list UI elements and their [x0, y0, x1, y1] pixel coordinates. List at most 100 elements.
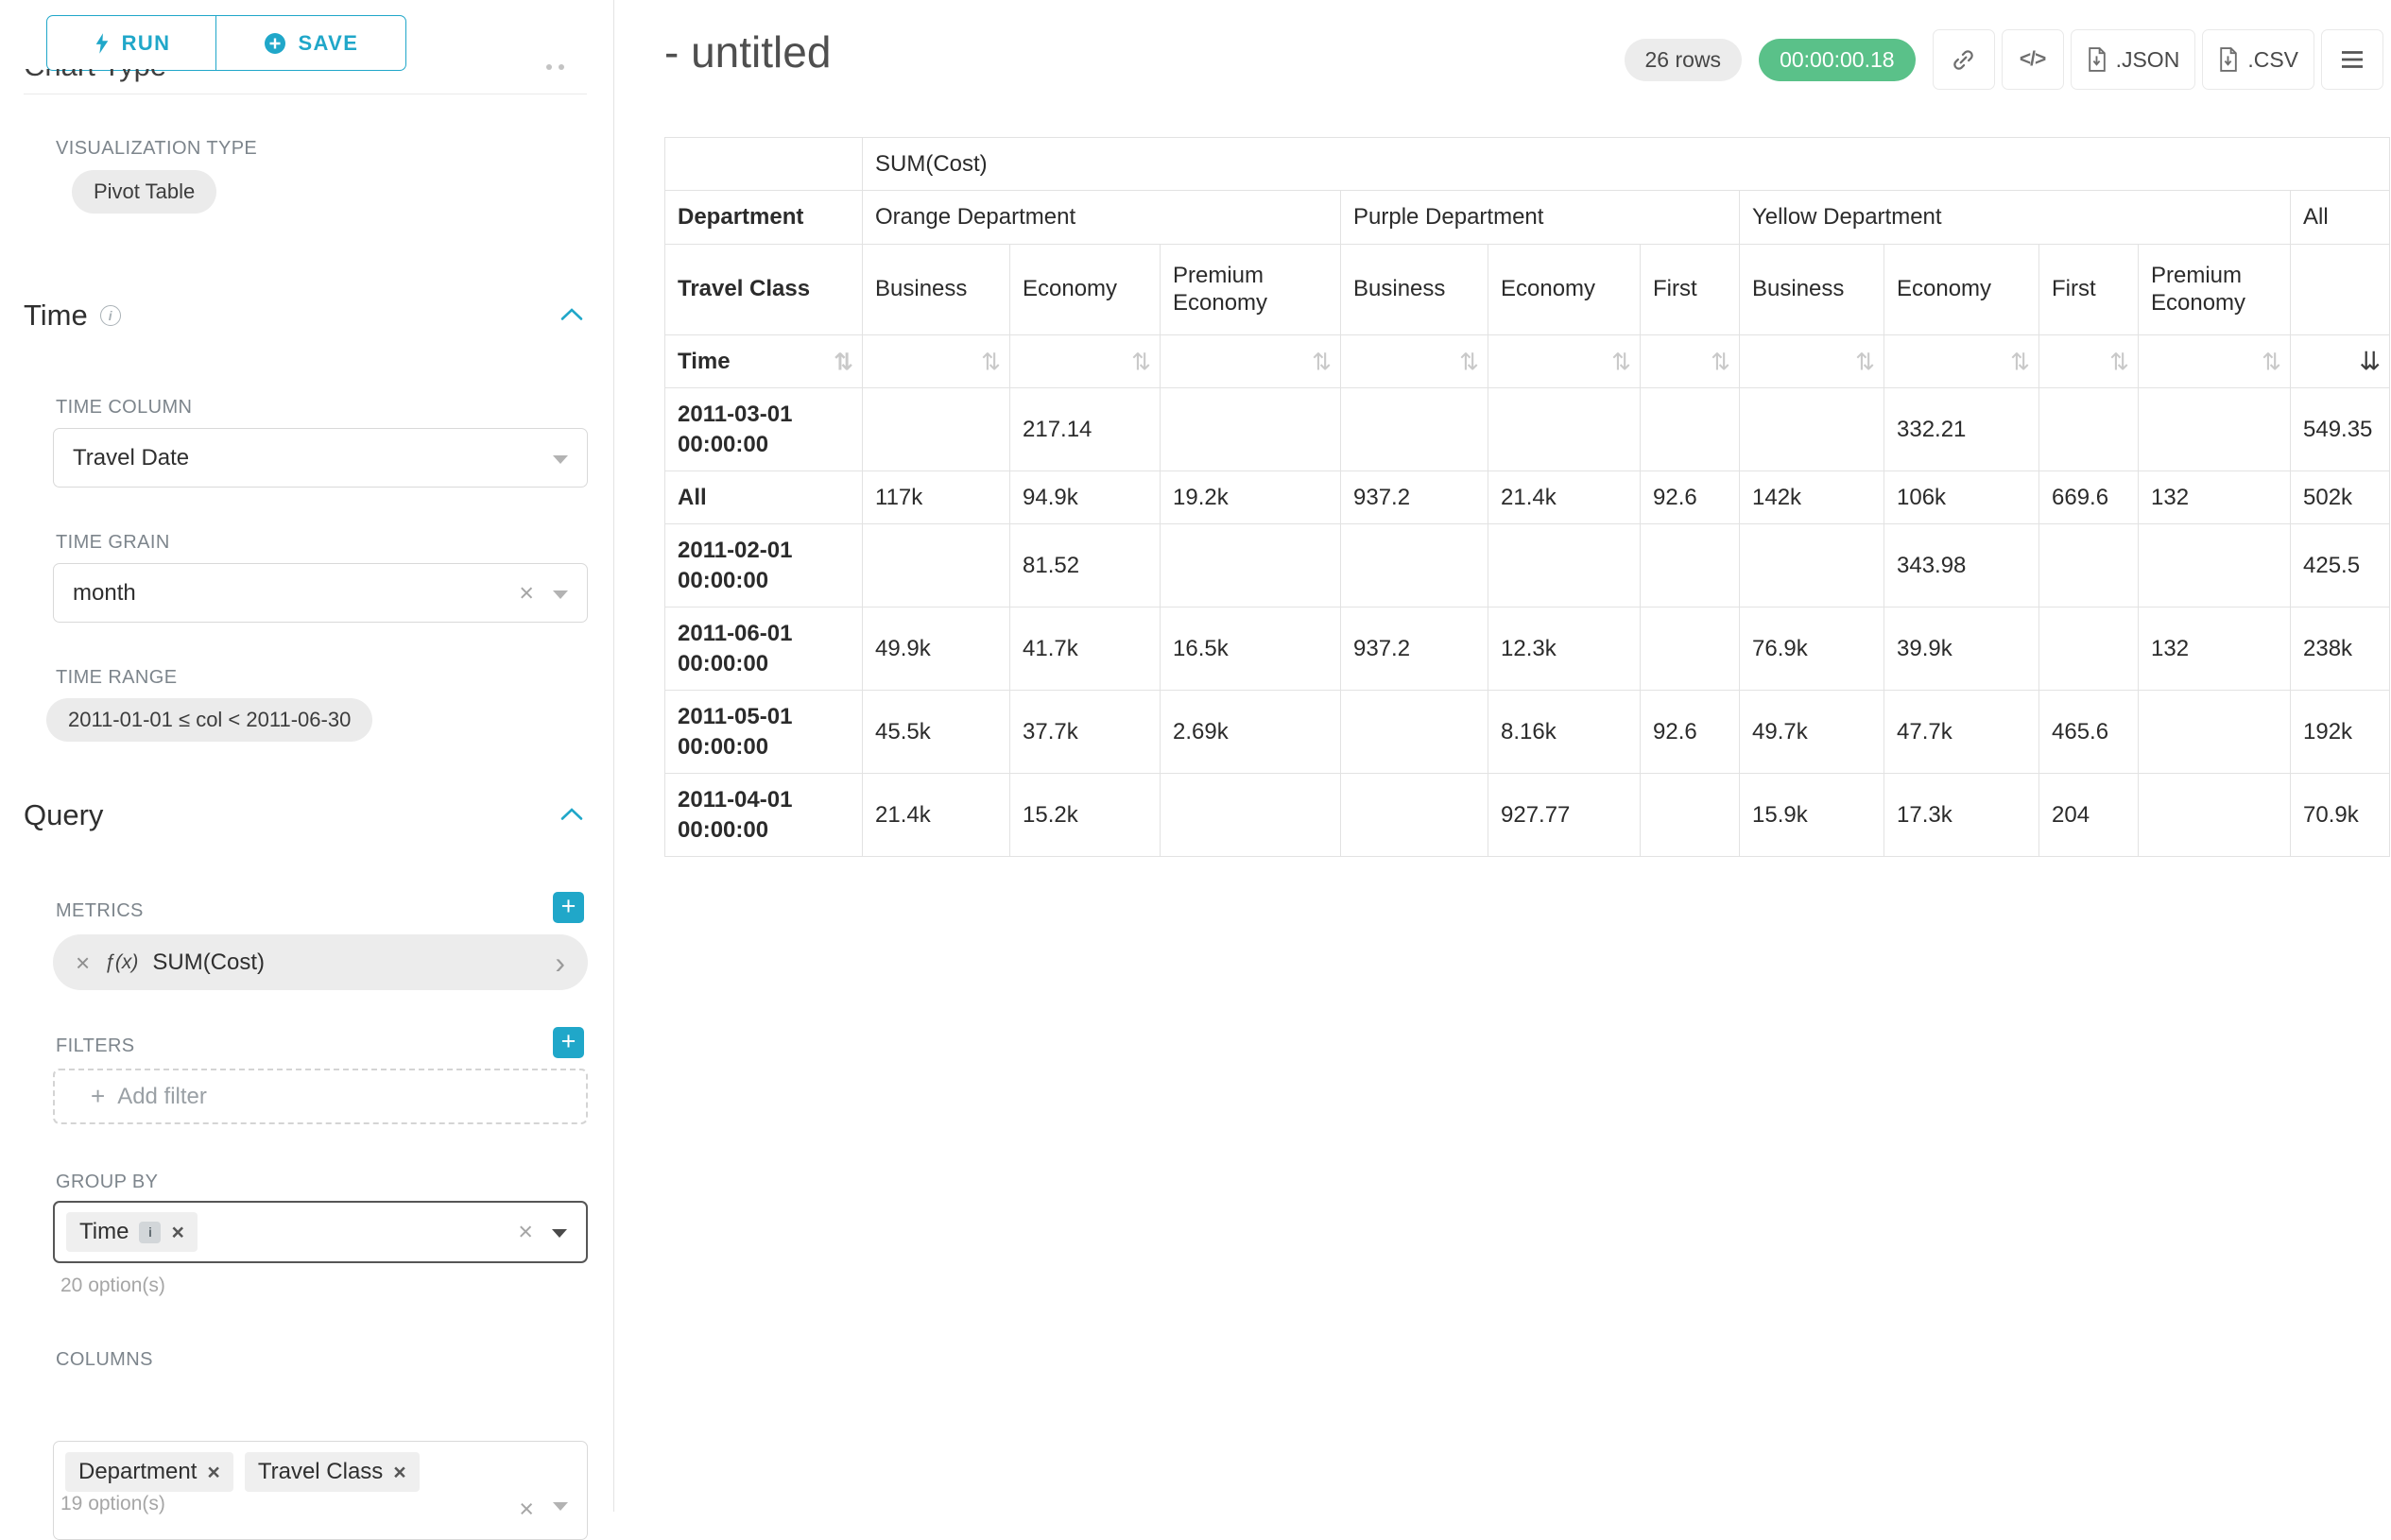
query-section-header: Query	[24, 798, 587, 832]
pivot-value-cell	[1341, 524, 1488, 607]
pivot-value-cell: 132	[2139, 471, 2291, 524]
run-button[interactable]: RUN	[46, 15, 217, 71]
sort-icon[interactable]: ⇅	[2109, 348, 2129, 375]
pivot-value-cell	[2039, 607, 2139, 691]
permalink-button[interactable]	[1933, 29, 1995, 90]
add-filter-placeholder: Add filter	[117, 1084, 207, 1110]
remove-metric-icon[interactable]: ×	[76, 950, 90, 975]
sort-icon[interactable]: ⇅	[2010, 348, 2030, 375]
field-chip[interactable]: Department×	[65, 1452, 233, 1492]
row-count-badge: 26 rows	[1625, 39, 1743, 81]
sort-icon[interactable]: ⇅	[834, 348, 853, 375]
view-query-button[interactable]: </>	[2002, 29, 2064, 90]
code-icon: </>	[2020, 48, 2045, 71]
chip-remove-icon[interactable]: ×	[393, 1462, 405, 1483]
add-filter-plus-button[interactable]: +	[553, 1027, 584, 1058]
pivot-class-header: Business	[1740, 245, 1884, 335]
pivot-value-cell: 465.6	[2039, 691, 2139, 774]
pivot-value-cell: 39.9k	[1884, 607, 2039, 691]
field-chip[interactable]: Timei×	[66, 1212, 198, 1252]
query-timer-badge: 00:00:00.18	[1759, 39, 1916, 81]
metrics-label: METRICS	[56, 900, 144, 922]
query-section-title: Query	[24, 798, 103, 832]
pivot-value-cell: 106k	[1884, 471, 2039, 524]
clear-icon[interactable]: ×	[519, 1497, 534, 1522]
pivot-value-cell: 49.7k	[1740, 691, 1884, 774]
info-icon: i	[100, 305, 121, 326]
columns-select[interactable]: Department× Travel Class× ×	[53, 1441, 588, 1540]
clear-icon[interactable]: ×	[518, 1220, 533, 1245]
sort-icon[interactable]: ⇅	[1711, 348, 1730, 375]
pivot-value-cell	[1161, 388, 1341, 471]
chip-label: Time	[79, 1219, 129, 1245]
pivot-time-header: Time⇅	[665, 335, 863, 388]
pivot-row-key: 2011-03-01 00:00:00	[665, 388, 863, 471]
pivot-sort-cell: ⇅	[1488, 335, 1641, 388]
chip-remove-icon[interactable]: ×	[171, 1222, 183, 1243]
time-range-pill[interactable]: 2011-01-01 ≤ col < 2011-06-30	[46, 698, 372, 742]
pivot-class-header: Economy	[1488, 245, 1641, 335]
sort-icon[interactable]: ⇅	[1611, 348, 1631, 375]
pivot-value-cell: 937.2	[1341, 471, 1488, 524]
pivot-all-subheader	[2291, 245, 2390, 335]
pivot-value-cell: 37.7k	[1010, 691, 1161, 774]
pivot-row-key: 2011-04-01 00:00:00	[665, 774, 863, 857]
pivot-value-cell: 47.7k	[1884, 691, 2039, 774]
collapse-time-section-button[interactable]	[557, 303, 587, 328]
pivot-value-cell: 549.35	[2291, 388, 2390, 471]
pivot-value-cell: 45.5k	[863, 691, 1010, 774]
time-range-label: TIME RANGE	[56, 667, 177, 689]
menu-button[interactable]	[2321, 29, 2383, 90]
group-by-select[interactable]: Timei× ×	[53, 1201, 588, 1263]
collapse-query-section-button[interactable]	[557, 803, 587, 828]
pivot-sort-cell: ⇅	[1161, 335, 1341, 388]
sort-icon[interactable]: ⇅	[1855, 348, 1875, 375]
time-section-header: Time i	[24, 299, 587, 333]
pivot-sort-cell: ⇅	[2139, 335, 2291, 388]
link-icon	[1951, 47, 1976, 73]
sort-icon[interactable]: ⇅	[1312, 348, 1332, 375]
pivot-value-cell: 343.98	[1884, 524, 2039, 607]
sort-descending-icon[interactable]: ⇊	[2359, 347, 2381, 376]
pivot-value-cell: 217.14	[1010, 388, 1161, 471]
run-save-button-group: RUN SAVE	[46, 15, 406, 71]
pivot-value-cell: 204	[2039, 774, 2139, 857]
chevron-down-icon[interactable]	[553, 590, 568, 599]
pivot-value-cell: 8.16k	[1488, 691, 1641, 774]
chip-remove-icon[interactable]: ×	[207, 1462, 219, 1483]
pivot-value-cell	[1740, 388, 1884, 471]
sort-icon[interactable]: ⇅	[1131, 348, 1151, 375]
metric-pill[interactable]: × ƒ(x) SUM(Cost) ›	[53, 934, 588, 990]
chevron-right-icon[interactable]: ›	[555, 948, 565, 978]
pivot-value-cell	[2139, 524, 2291, 607]
pivot-sort-cell: ⇅	[1341, 335, 1488, 388]
pivot-class-header: First	[2039, 245, 2139, 335]
sort-icon[interactable]: ⇅	[981, 348, 1001, 375]
field-chip[interactable]: Travel Class×	[245, 1452, 420, 1492]
pivot-table: SUM(Cost)DepartmentOrange DepartmentPurp…	[664, 137, 2390, 857]
sort-icon[interactable]: ⇅	[1459, 348, 1479, 375]
chart-title[interactable]: - untitled	[664, 26, 831, 77]
time-grain-select[interactable]: month ×	[53, 563, 588, 623]
chevron-down-icon[interactable]	[553, 455, 568, 464]
chevron-down-icon[interactable]	[553, 1502, 568, 1511]
time-grain-label: TIME GRAIN	[56, 532, 170, 554]
add-filter-field[interactable]: + Add filter	[53, 1069, 588, 1124]
sort-icon[interactable]: ⇅	[2262, 348, 2281, 375]
pivot-class-header: Business	[1341, 245, 1488, 335]
pivot-value-cell	[1641, 388, 1740, 471]
chevron-down-icon[interactable]	[552, 1229, 567, 1238]
save-button[interactable]: SAVE	[215, 15, 406, 71]
pivot-value-cell: 502k	[2291, 471, 2390, 524]
clear-icon[interactable]: ×	[519, 580, 534, 606]
add-metric-button[interactable]: +	[553, 892, 584, 923]
export-json-button[interactable]: .JSON	[2071, 29, 2196, 90]
pivot-value-cell: 19.2k	[1161, 471, 1341, 524]
time-column-select[interactable]: Travel Date	[53, 428, 588, 488]
export-csv-button[interactable]: .CSV	[2202, 29, 2314, 90]
viz-type-pill[interactable]: Pivot Table	[72, 170, 216, 214]
pivot-class-header: Premium Economy	[2139, 245, 2291, 335]
pivot-class-header: Economy	[1884, 245, 2039, 335]
pivot-travel-class-header: Travel Class	[665, 245, 863, 335]
pivot-class-header: Economy	[1010, 245, 1161, 335]
